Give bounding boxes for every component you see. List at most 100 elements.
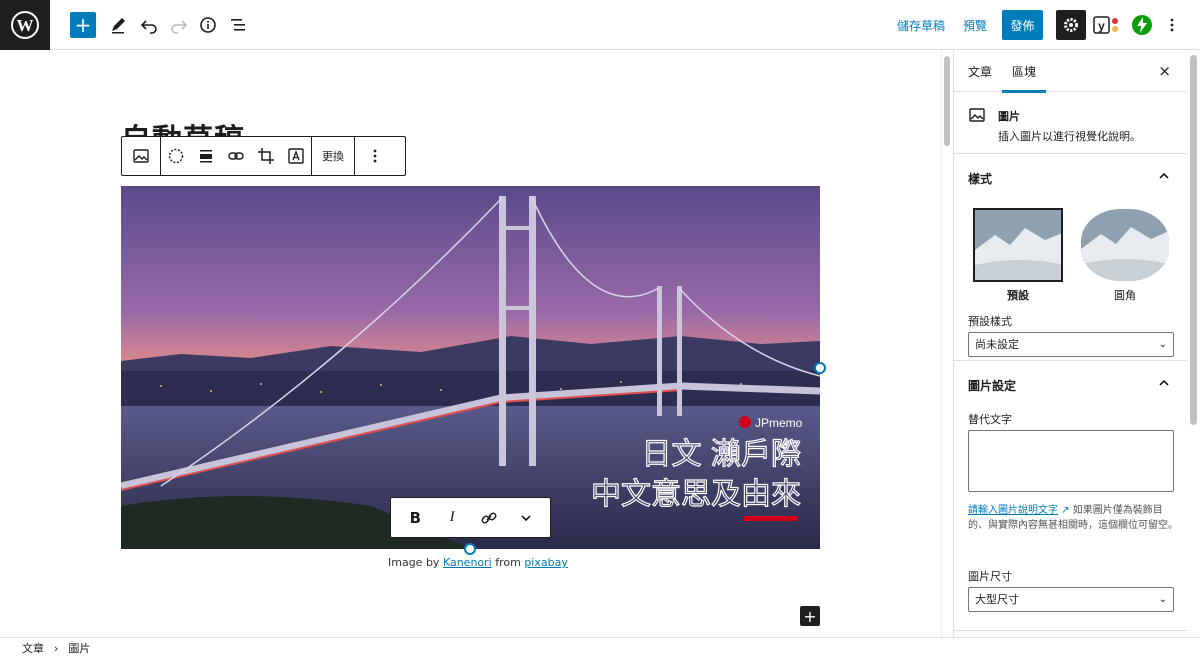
caption-format-toolbar: B I bbox=[390, 497, 551, 538]
add-block-button[interactable]: + bbox=[70, 12, 96, 38]
caption-source-link[interactable]: pixabay bbox=[524, 556, 568, 569]
tab-block[interactable]: 區塊 bbox=[1002, 63, 1047, 93]
redo-icon bbox=[171, 20, 188, 34]
block-toolbar: 更換 bbox=[121, 136, 406, 176]
italic-button[interactable]: I bbox=[437, 503, 467, 533]
image-size-select[interactable]: 大型尺寸 ⌄ bbox=[968, 587, 1174, 612]
breadcrumb-post[interactable]: 文章 bbox=[22, 640, 44, 656]
crop-icon bbox=[258, 148, 274, 164]
image-size-label: 圖片尺寸 bbox=[968, 570, 1012, 583]
svg-text:W: W bbox=[17, 16, 34, 35]
alt-text-help-link[interactable]: 請輸入圖片說明文字 bbox=[968, 505, 1058, 516]
chevron-down-icon: ⌄ bbox=[1158, 594, 1167, 605]
bold-button[interactable]: B bbox=[400, 503, 430, 533]
jetpack-bolt-icon bbox=[1132, 15, 1152, 35]
image-block-switcher[interactable] bbox=[122, 137, 160, 175]
block-options-button[interactable] bbox=[355, 137, 395, 175]
publish-button[interactable]: 發佈 bbox=[1002, 10, 1043, 40]
preview-button[interactable]: 預覽 bbox=[963, 17, 987, 34]
alt-text-help: 請輸入圖片說明文字 ↗ 如果圖片僅為裝飾目的、與實際內容無甚相關時，這個欄位可留… bbox=[968, 503, 1178, 533]
resize-handle-bottom[interactable] bbox=[464, 543, 476, 555]
more-vertical-icon bbox=[1170, 18, 1174, 32]
sidebar-tabs: 文章 區塊 × bbox=[954, 51, 1187, 93]
info-icon bbox=[200, 17, 216, 33]
styles-panel-header[interactable]: 樣式 bbox=[954, 154, 1187, 200]
text-overlay-button[interactable] bbox=[281, 137, 311, 175]
external-link-icon: ↗ bbox=[1061, 505, 1070, 516]
align-button[interactable] bbox=[191, 137, 221, 175]
styles-panel-title: 樣式 bbox=[968, 172, 993, 186]
image-settings-header[interactable]: 圖片設定 bbox=[954, 361, 1187, 407]
alt-text-label: 替代文字 bbox=[968, 413, 1012, 426]
editor-header: W + 儲存草稿 預覽 發佈 y bbox=[0, 0, 1200, 50]
caption-author-link[interactable]: Kanenori bbox=[443, 556, 492, 569]
sidebar-scroll-thumb[interactable] bbox=[1190, 55, 1197, 425]
default-style-select[interactable]: 尚未設定 ⌄ bbox=[968, 332, 1174, 357]
chevron-up-icon bbox=[1159, 379, 1169, 386]
block-card-title: 圖片 bbox=[998, 110, 1020, 123]
list-view-button[interactable] bbox=[226, 13, 250, 37]
details-button[interactable] bbox=[196, 13, 220, 37]
yoast-icon: y bbox=[1093, 16, 1118, 34]
style-default-preview bbox=[975, 210, 1061, 280]
wordpress-logo-icon[interactable]: W bbox=[0, 0, 50, 50]
bridge-photo: JPmemo 日文 瀨戶際 中文意思及由來 bbox=[121, 186, 820, 549]
settings-button[interactable] bbox=[1056, 10, 1086, 40]
default-style-value: 尚未設定 bbox=[975, 338, 1019, 351]
overlay-brand: JPmemo bbox=[755, 416, 803, 430]
caption-link-button[interactable] bbox=[474, 503, 504, 533]
duotone-button[interactable] bbox=[161, 137, 191, 175]
tools-pencil-button[interactable] bbox=[106, 13, 130, 37]
styles-panel: 樣式 預設 圓角 預設樣式 尚未設定 ⌄ bbox=[954, 154, 1187, 361]
align-center-icon bbox=[200, 150, 212, 163]
alt-text-input[interactable] bbox=[968, 430, 1174, 492]
image-settings-panel: 圖片設定 替代文字 請輸入圖片說明文字 ↗ 如果圖片僅為裝飾目的、與實際內容無甚… bbox=[954, 361, 1187, 631]
breadcrumb-image[interactable]: 圖片 bbox=[68, 640, 90, 656]
overlay-title-line2: 中文意思及由來 bbox=[591, 477, 801, 512]
close-sidebar-button[interactable]: × bbox=[1158, 62, 1171, 80]
caption-prefix: Image by bbox=[388, 556, 443, 569]
block-breadcrumb: 文章 › 圖片 bbox=[0, 637, 1200, 658]
overlay-title-line1: 日文 瀨戶際 bbox=[641, 437, 801, 472]
image-caption[interactable]: Image by Kanenori from pixabay bbox=[388, 556, 568, 569]
image-icon bbox=[969, 108, 985, 122]
save-draft-button[interactable]: 儲存草稿 bbox=[897, 17, 945, 34]
yoast-seo-button[interactable]: y bbox=[1093, 13, 1121, 37]
style-rounded-preview bbox=[1081, 209, 1169, 281]
block-card: 圖片 插入圖片以進行視覺化說明。 bbox=[954, 92, 1187, 154]
options-menu-button[interactable] bbox=[1160, 13, 1184, 37]
undo-button[interactable] bbox=[137, 13, 161, 37]
more-options-group bbox=[355, 137, 395, 175]
more-formats-button[interactable] bbox=[511, 503, 541, 533]
text-overlay-icon bbox=[288, 148, 304, 164]
chevron-up-icon bbox=[1159, 172, 1169, 179]
style-default-label: 預設 bbox=[1007, 289, 1029, 302]
replace-group: 更換 bbox=[312, 137, 355, 175]
duotone-circle-icon bbox=[168, 148, 184, 164]
tab-post[interactable]: 文章 bbox=[968, 63, 992, 80]
jetpack-button[interactable] bbox=[1130, 13, 1154, 37]
image-tools-group bbox=[161, 137, 312, 175]
style-rounded-option[interactable] bbox=[1081, 209, 1169, 281]
svg-text:y: y bbox=[1098, 19, 1105, 33]
editor-canvas: 自動草稿 更換 bbox=[0, 51, 940, 637]
canvas-scroll-thumb[interactable] bbox=[944, 56, 950, 146]
replace-button[interactable]: 更換 bbox=[312, 148, 354, 164]
default-style-label: 預設樣式 bbox=[968, 315, 1012, 328]
style-default-option[interactable] bbox=[973, 208, 1063, 282]
crop-button[interactable] bbox=[251, 137, 281, 175]
pencil-icon bbox=[112, 18, 125, 34]
chevron-down-icon: ⌄ bbox=[1158, 339, 1167, 350]
link-button[interactable] bbox=[221, 137, 251, 175]
list-view-icon bbox=[231, 19, 245, 31]
resize-handle-right[interactable] bbox=[814, 362, 826, 374]
redo-button[interactable] bbox=[167, 13, 191, 37]
image-block[interactable]: JPmemo 日文 瀨戶際 中文意思及由來 bbox=[121, 186, 820, 549]
image-icon bbox=[133, 149, 149, 163]
link-icon bbox=[481, 512, 497, 523]
chevron-down-icon bbox=[521, 514, 531, 521]
link-icon bbox=[228, 152, 244, 160]
block-card-description: 插入圖片以進行視覺化說明。 bbox=[998, 130, 1141, 143]
block-inserter-button[interactable]: + bbox=[800, 606, 820, 626]
block-type-group bbox=[122, 137, 161, 175]
